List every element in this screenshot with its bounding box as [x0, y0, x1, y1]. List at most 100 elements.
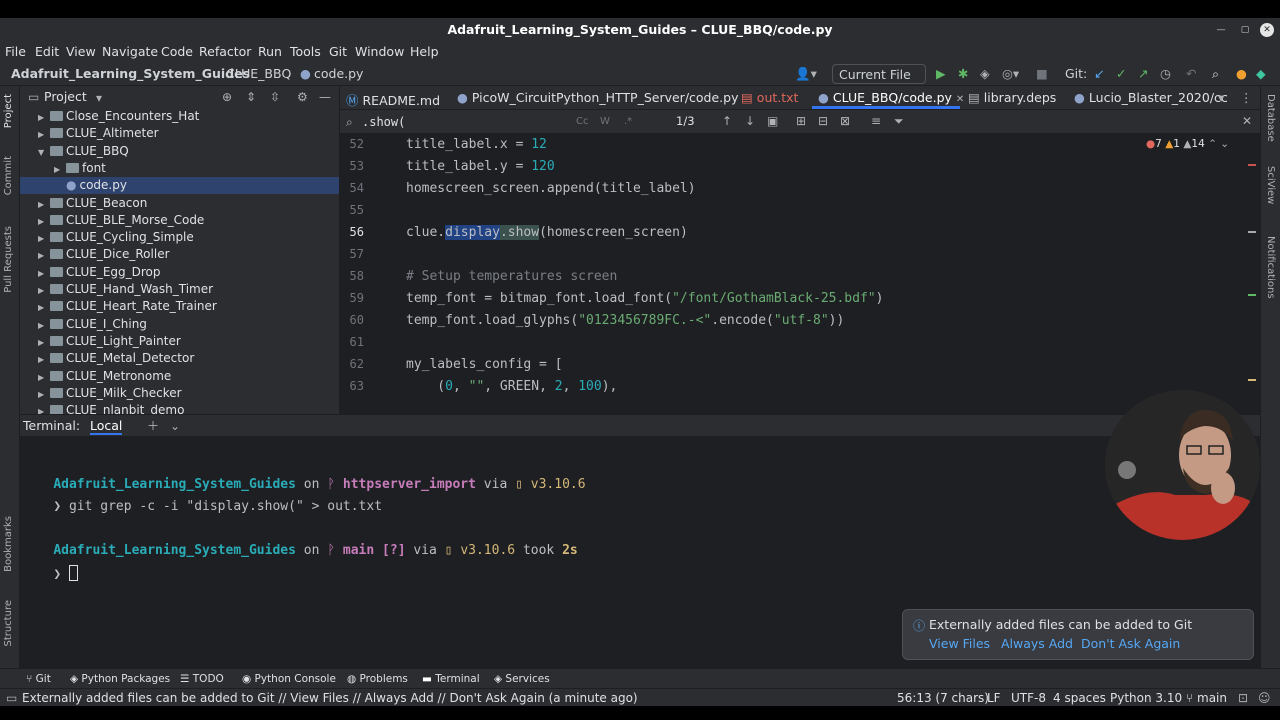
- code-editor[interactable]: 52 53 54 55 56 57 58 59 60 61 62 63 title_label.x =…: [340, 134, 1260, 414]
- tree-folder-item[interactable]: ▶ CLUE_BLE_Morse_Code: [20, 212, 339, 230]
- tool-todo[interactable]: ☰ TODO: [180, 673, 224, 685]
- tree-folder-item[interactable]: ▶ CLUE_Hand_Wash_Timer: [20, 281, 339, 299]
- tab-library-deps[interactable]: ▤ library.deps: [968, 90, 1056, 105]
- project-tool-button[interactable]: Project: [3, 94, 14, 128]
- menu-tools[interactable]: Tools: [290, 44, 321, 59]
- breadcrumb-folder[interactable]: CLUE_BBQ: [226, 66, 291, 81]
- breadcrumb-project[interactable]: Adafruit_Learning_System_Guides: [11, 66, 250, 81]
- caret-position[interactable]: 56:13 (7 chars): [897, 691, 989, 705]
- tree-folder-item[interactable]: ▼ CLUE_BBQ: [20, 143, 339, 161]
- git-commit-icon[interactable]: ✓: [1116, 66, 1126, 81]
- tab-readme[interactable]: Ⓜ README.md: [346, 90, 440, 109]
- tree-file-item[interactable]: ● code.py: [20, 177, 339, 195]
- chevron-right-icon[interactable]: ▶: [38, 351, 50, 368]
- menu-code[interactable]: Code: [161, 44, 193, 59]
- tree-folder-item[interactable]: ▶ CLUE_nlanbit_demo: [20, 402, 339, 414]
- run-icon[interactable]: ▶: [936, 66, 946, 81]
- menu-edit[interactable]: Edit: [35, 44, 59, 59]
- maximize-button[interactable]: ▢: [1238, 23, 1252, 37]
- user-icon[interactable]: 👤▾: [795, 66, 817, 82]
- status-message[interactable]: Externally added files can be added to G…: [22, 691, 638, 705]
- git-push-icon[interactable]: ↗: [1138, 66, 1148, 81]
- menu-help[interactable]: Help: [410, 44, 439, 59]
- tool-python-console[interactable]: ◉ Python Console: [242, 673, 336, 685]
- next-occurrence-icon[interactable]: ↓: [745, 113, 755, 129]
- filter-options-icon[interactable]: ≡: [871, 113, 881, 129]
- chevron-right-icon[interactable]: ▶: [54, 161, 66, 178]
- file-encoding[interactable]: UTF-8: [1011, 691, 1046, 705]
- find-input[interactable]: [362, 113, 562, 131]
- tree-folder-item[interactable]: ▶ CLUE_Beacon: [20, 195, 339, 213]
- tree-folder-item[interactable]: ▶ CLUE_I_Ching: [20, 316, 339, 333]
- new-tab-icon[interactable]: ＋: [147, 418, 159, 434]
- inspections-icon[interactable]: ☺: [1258, 691, 1271, 705]
- minimize-button[interactable]: —: [1214, 23, 1228, 37]
- chevron-right-icon[interactable]: ▶: [38, 403, 50, 414]
- profile-icon[interactable]: ◎▾: [1002, 66, 1019, 81]
- expand-all-icon[interactable]: ⇕: [246, 89, 256, 105]
- menu-refactor[interactable]: Refactor: [199, 44, 251, 59]
- code-line[interactable]: my_labels_config = [: [406, 357, 563, 372]
- dont-ask-again-link[interactable]: Don't Ask Again: [1081, 636, 1180, 651]
- close-button[interactable]: ✕: [1260, 23, 1274, 37]
- chevron-right-icon[interactable]: ▶: [38, 196, 50, 213]
- tree-folder-item[interactable]: ▶ font: [20, 160, 339, 178]
- chevron-up-icon[interactable]: ⌃: [1208, 138, 1217, 150]
- always-add-link[interactable]: Always Add: [1001, 636, 1073, 651]
- tree-folder-item[interactable]: ▶ CLUE_Heart_Rate_Trainer: [20, 298, 339, 316]
- more-options-icon[interactable]: ⋮: [1240, 90, 1253, 105]
- chevron-right-icon[interactable]: ▶: [38, 109, 50, 126]
- updates-icon[interactable]: ●: [1236, 66, 1247, 81]
- find-in-window-icon[interactable]: ▣: [767, 113, 778, 129]
- tree-folder-item[interactable]: ▶ CLUE_Milk_Checker: [20, 385, 339, 403]
- history-icon[interactable]: ◷: [1160, 66, 1171, 81]
- code-line[interactable]: title_label.x = 12: [406, 137, 547, 152]
- run-config-select[interactable]: Current File ▾: [832, 64, 926, 97]
- line-separator[interactable]: LF: [987, 691, 1001, 705]
- tab-picow-code[interactable]: ● PicoW_CircuitPython_HTTP_Server/code.p…: [457, 90, 738, 105]
- chevron-right-icon[interactable]: ▶: [38, 213, 50, 230]
- tree-folder-item[interactable]: ▶ Close_Encounters_Hat: [20, 108, 339, 126]
- database-tool-button[interactable]: Database: [1265, 94, 1276, 142]
- tool-git[interactable]: ⑂ Git: [26, 673, 51, 685]
- bookmarks-tool-button[interactable]: Bookmarks: [3, 516, 14, 572]
- chevron-right-icon[interactable]: ▶: [38, 334, 50, 351]
- chevron-right-icon[interactable]: ▶: [38, 126, 50, 143]
- indent-setting[interactable]: 4 spaces: [1053, 691, 1106, 705]
- tree-folder-item[interactable]: ▶ CLUE_Metronome: [20, 368, 339, 386]
- jetbrains-logo-icon[interactable]: ◆: [1256, 66, 1266, 81]
- project-panel-title[interactable]: Project: [44, 89, 87, 104]
- locate-icon[interactable]: ⊕: [222, 89, 232, 105]
- chevron-right-icon[interactable]: ▶: [38, 265, 50, 282]
- lock-icon[interactable]: ⊡: [1238, 691, 1248, 705]
- tree-folder-item[interactable]: ▶ CLUE_Dice_Roller: [20, 246, 339, 264]
- menu-run[interactable]: Run: [258, 44, 282, 59]
- tree-folder-item[interactable]: ▶ CLUE_Metal_Detector: [20, 350, 339, 368]
- tab-terminal-local[interactable]: Local: [90, 418, 123, 435]
- tool-terminal[interactable]: ▬ Terminal: [422, 673, 480, 685]
- chevron-right-icon[interactable]: ▶: [38, 369, 50, 386]
- python-interpreter[interactable]: Python 3.10: [1110, 691, 1182, 705]
- chevron-right-icon[interactable]: ▶: [38, 247, 50, 264]
- git-update-icon[interactable]: ↙: [1094, 66, 1104, 81]
- chevron-right-icon[interactable]: ▶: [38, 299, 50, 316]
- status-icon[interactable]: ▭: [6, 691, 17, 705]
- rollback-icon[interactable]: ↶: [1186, 66, 1196, 81]
- tab-out-txt[interactable]: ▤ out.txt: [741, 90, 798, 105]
- filter-icon[interactable]: ⏷: [894, 113, 904, 129]
- chevron-right-icon[interactable]: ▶: [38, 282, 50, 299]
- chevron-right-icon[interactable]: ▶: [38, 386, 50, 403]
- pull-requests-tool-button[interactable]: Pull Requests: [3, 226, 14, 293]
- tab-clue-bbq-code[interactable]: ● CLUE_BBQ/code.py ✕: [818, 90, 964, 105]
- chevron-right-icon[interactable]: ▶: [38, 230, 50, 247]
- code-line[interactable]: homescreen_screen.append(title_label): [406, 181, 696, 196]
- code-line[interactable]: clue.display.show(homescreen_screen): [406, 225, 688, 240]
- change-stripe-mark[interactable]: [1248, 294, 1256, 296]
- menu-window[interactable]: Window: [355, 44, 404, 59]
- chevron-down-icon[interactable]: ▼: [38, 144, 50, 161]
- tool-services[interactable]: ◈ Services: [494, 673, 550, 685]
- coverage-icon[interactable]: ◈: [980, 66, 990, 81]
- hide-icon[interactable]: —: [319, 89, 331, 105]
- tab-lucio-blaster[interactable]: ● Lucio_Blaster_2020/cc: [1074, 90, 1228, 105]
- git-branch-widget[interactable]: ⑂ main: [1186, 691, 1227, 705]
